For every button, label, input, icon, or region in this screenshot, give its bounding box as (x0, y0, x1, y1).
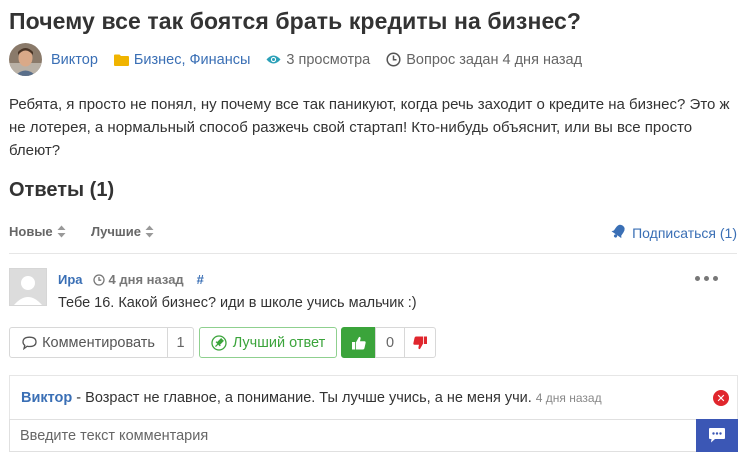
bell-icon (611, 223, 632, 242)
best-answer-label: Лучший ответ (232, 334, 326, 351)
sort-bar: Новые Лучшие Подписаться (1) (9, 223, 737, 243)
divider (9, 253, 737, 254)
more-dots-icon[interactable] (695, 276, 722, 281)
clock-icon (386, 52, 401, 67)
chat-send-icon (709, 428, 725, 443)
question-meta: Виктор Бизнес, Финансы 3 просмотра Вопро… (9, 43, 582, 76)
vote-count: 0 (375, 327, 405, 358)
answer-permalink[interactable]: # (197, 272, 204, 287)
subscribe-button[interactable]: Подписаться (1) (611, 223, 737, 242)
comment-count: 1 (167, 327, 194, 358)
answer-date-text: 4 дня назад (108, 272, 184, 287)
dislike-button[interactable] (404, 327, 436, 358)
folder-icon (113, 54, 129, 66)
answer-text: Тебе 16. Какой бизнес? иди в школе учись… (58, 295, 417, 311)
asked-time: Вопрос задан 4 дня назад (386, 52, 582, 68)
category-link[interactable]: Бизнес, Финансы (134, 52, 251, 68)
views: 3 просмотра (266, 52, 370, 68)
comment-item: Виктор - Возраст не главное, а понимание… (9, 375, 738, 421)
thumbs-up-icon (351, 336, 366, 349)
comment-button[interactable]: Комментировать (9, 327, 168, 358)
answer-date: 4 дня назад (92, 272, 184, 287)
answer-header: Ира 4 дня назад # (58, 272, 204, 287)
eye-icon (266, 54, 281, 65)
like-button[interactable] (341, 327, 376, 358)
sort-arrows-icon (57, 225, 66, 238)
answer-avatar[interactable] (9, 268, 47, 306)
question-body: Ребята, я просто не понял, ну почему все… (9, 96, 730, 159)
comment-send-button[interactable] (696, 419, 738, 452)
close-icon[interactable]: ✕ (713, 390, 729, 406)
answer-actions: Комментировать 1 Лучший ответ 0 (9, 327, 436, 358)
clock-icon (92, 273, 105, 286)
subscribe-label: Подписаться (1) (632, 224, 737, 241)
sort-new-label: Новые (9, 224, 53, 239)
comment-line: Виктор - Возраст не главное, а понимание… (21, 390, 602, 406)
answers-heading: Ответы (1) (9, 179, 115, 201)
pin-icon (211, 334, 227, 351)
asked-text: Вопрос задан 4 дня назад (406, 51, 583, 68)
sort-new-button[interactable]: Новые (9, 224, 66, 239)
views-count: 3 просмотра (286, 51, 371, 68)
author-avatar[interactable] (9, 43, 42, 76)
comment-text: Возраст не главное, а понимание. Ты лучш… (85, 390, 532, 406)
comment-date: 4 дня назад (535, 391, 602, 405)
comment-input[interactable] (9, 419, 697, 452)
comment-button-label: Комментировать (42, 334, 155, 351)
question-title: Почему все так боятся брать кредиты на б… (9, 8, 582, 34)
best-answer-button[interactable]: Лучший ответ (199, 327, 337, 358)
author-link[interactable]: Виктор (51, 52, 98, 68)
comment-separator: - (72, 390, 86, 406)
sort-arrows-icon (145, 225, 154, 238)
category[interactable]: Бизнес, Финансы (113, 52, 251, 68)
answer-author[interactable]: Ира (58, 272, 83, 287)
comment-author[interactable]: Виктор (21, 390, 72, 406)
thumbs-down-icon (413, 336, 427, 349)
sort-best-button[interactable]: Лучшие (91, 224, 154, 239)
speech-bubble-icon (22, 336, 37, 350)
sort-best-label: Лучшие (91, 224, 141, 239)
